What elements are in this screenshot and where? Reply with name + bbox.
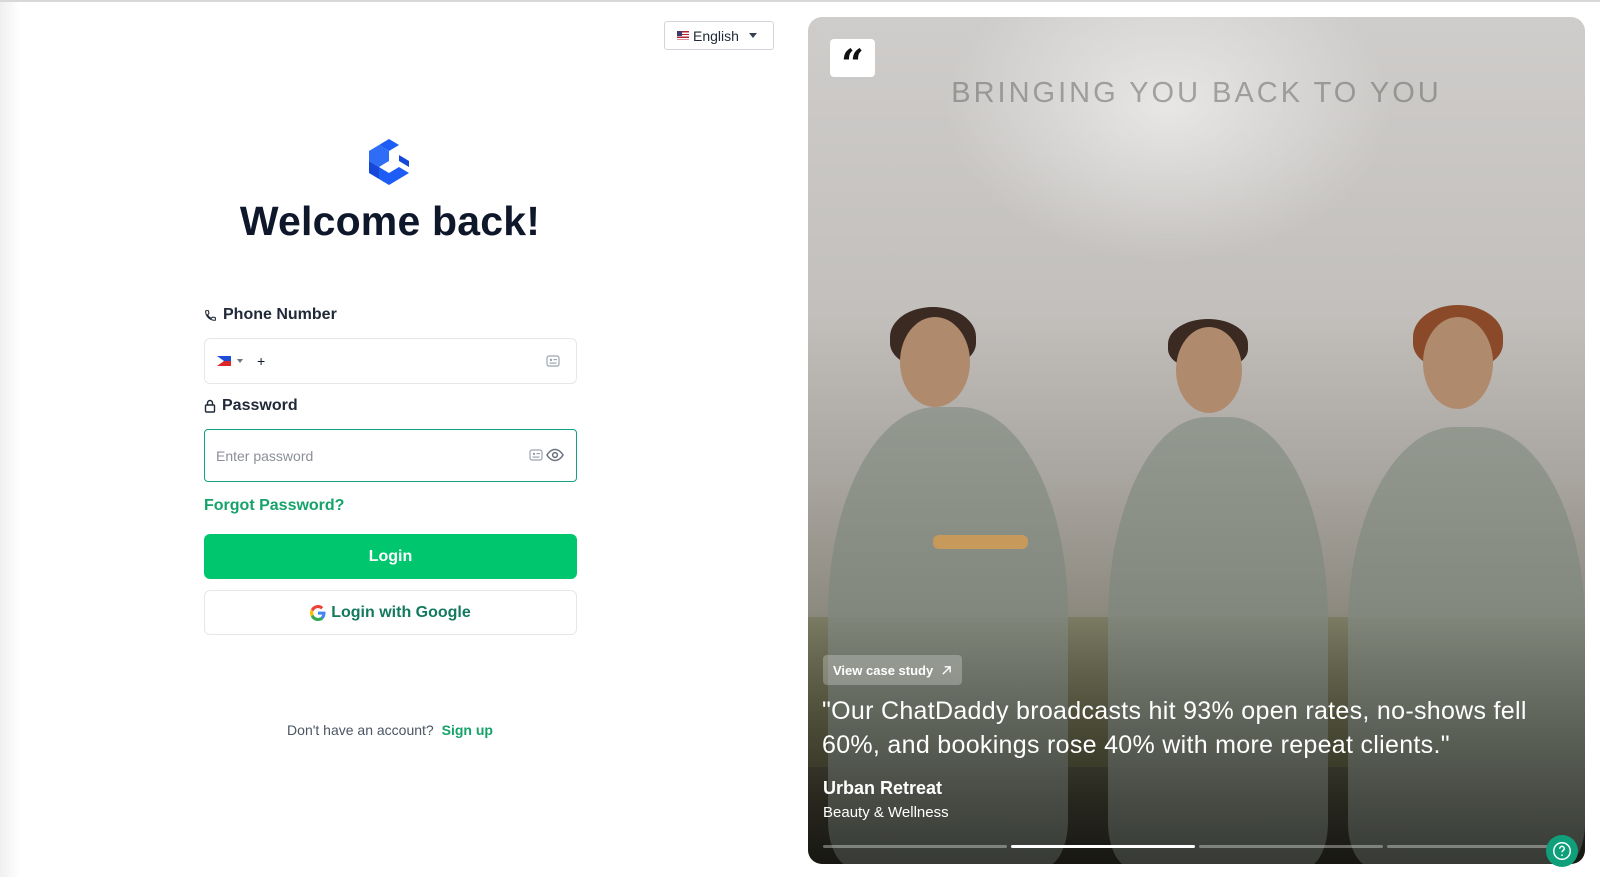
login-button[interactable]: Login bbox=[204, 534, 577, 579]
password-label-text: Password bbox=[222, 397, 298, 414]
help-icon bbox=[1553, 842, 1571, 860]
philippines-flag-icon[interactable] bbox=[217, 356, 231, 366]
google-icon bbox=[310, 604, 326, 621]
forgot-password-link[interactable]: Forgot Password? bbox=[204, 497, 344, 515]
quote-icon: “ bbox=[830, 39, 875, 85]
phone-icon bbox=[205, 309, 216, 321]
client-name: Urban Retreat bbox=[823, 778, 943, 798]
phone-input[interactable]: + bbox=[204, 338, 577, 384]
password-label: Password bbox=[204, 397, 298, 415]
testimonial-hero: BRINGING YOU BACK TO YOU “ View case stu… bbox=[808, 17, 1585, 864]
left-edge-shade bbox=[0, 2, 20, 877]
person-head bbox=[1176, 327, 1242, 413]
top-border bbox=[0, 0, 1600, 2]
client-industry: Beauty & Wellness bbox=[823, 804, 949, 821]
lock-icon bbox=[204, 399, 216, 413]
person-head bbox=[1423, 317, 1493, 409]
help-button[interactable] bbox=[1546, 835, 1578, 867]
language-label: English bbox=[693, 27, 739, 44]
phone-label: Phone Number bbox=[204, 306, 337, 324]
arrow-up-right-icon bbox=[942, 665, 952, 675]
case-study-label: View case study bbox=[833, 662, 934, 678]
testimonial-quote: "Our ChatDaddy broadcasts hit 93% open r… bbox=[822, 697, 1527, 759]
page-title: Welcome back! bbox=[239, 198, 541, 244]
language-select[interactable]: English bbox=[664, 21, 774, 50]
food-tray bbox=[933, 535, 1028, 549]
carousel-indicator[interactable] bbox=[823, 845, 1007, 848]
chevron-down-icon bbox=[748, 33, 757, 38]
country-chevron-icon[interactable] bbox=[237, 359, 243, 363]
carousel-indicator[interactable] bbox=[1011, 845, 1195, 848]
password-autofill-icon[interactable] bbox=[529, 449, 543, 461]
carousel-indicator[interactable] bbox=[1387, 845, 1571, 848]
show-password-eye-icon[interactable] bbox=[546, 448, 564, 462]
carousel-indicator[interactable] bbox=[1199, 845, 1383, 848]
signup-row: Don't have an account? Sign up bbox=[190, 722, 590, 738]
wall-sign-text: BRINGING YOU BACK TO YOU bbox=[951, 77, 1442, 109]
signup-prompt: Don't have an account? bbox=[287, 722, 434, 738]
autofill-icon[interactable] bbox=[546, 355, 560, 367]
chatdaddy-logo-icon bbox=[369, 139, 409, 185]
view-case-study-button[interactable]: View case study bbox=[823, 655, 963, 685]
person-head bbox=[900, 317, 970, 407]
password-input[interactable] bbox=[205, 430, 505, 481]
phone-prefix: + bbox=[257, 353, 266, 369]
signup-link[interactable]: Sign up bbox=[442, 722, 493, 738]
phone-label-text: Phone Number bbox=[223, 306, 337, 323]
google-login-label: Login with Google bbox=[331, 603, 471, 621]
password-field-container bbox=[204, 429, 577, 482]
us-flag-icon bbox=[677, 31, 689, 40]
carousel-indicators bbox=[823, 845, 1571, 848]
google-login-button[interactable]: Login with Google bbox=[204, 590, 577, 635]
